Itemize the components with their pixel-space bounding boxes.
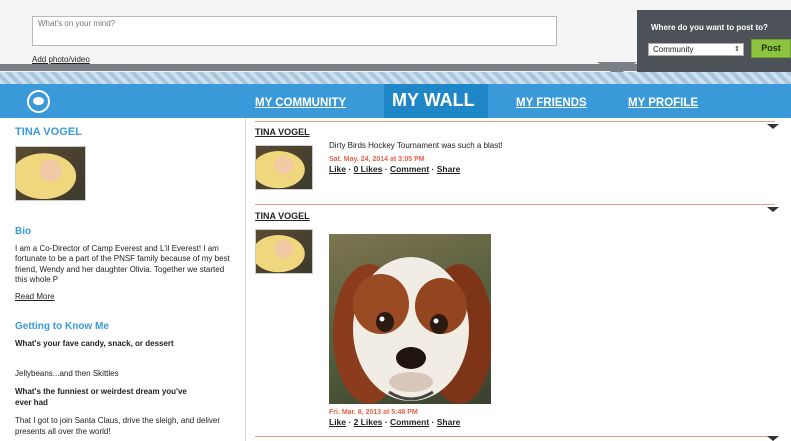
tab-my-profile[interactable]: MY PROFILE [628, 97, 698, 109]
main-nav: MY COMMUNITY MY WALL MY FRIENDS MY PROFI… [0, 84, 791, 118]
bio-heading: Bio [15, 226, 32, 237]
post-divider [255, 436, 775, 437]
add-photo-link[interactable]: Add photo/video [32, 55, 90, 64]
post-divider [255, 204, 775, 205]
profile-sidebar: TINA VOGEL Bio I am a Co-Director of Cam… [0, 118, 246, 441]
tab-my-wall[interactable]: MY WALL [392, 90, 475, 111]
post-text: Dirty Birds Hockey Tournament was such a… [329, 141, 503, 150]
select-arrows-icon: ⇕ [734, 46, 740, 53]
wall-feed: TINA VOGEL Dirty Birds Hockey Tournament… [247, 118, 791, 441]
post-target-panel: Where do you want to post to? Community … [637, 10, 791, 72]
read-more-link[interactable]: Read More [15, 292, 55, 301]
status-input[interactable] [32, 16, 557, 46]
share-link[interactable]: Share [437, 164, 461, 174]
tab-my-friends[interactable]: MY FRIENDS [516, 97, 587, 109]
getting-to-know-heading: Getting to Know Me [15, 321, 109, 332]
post-author-avatar [255, 145, 313, 190]
decorative-pattern-band [0, 72, 791, 84]
post-menu-caret-icon[interactable] [767, 124, 779, 129]
composer-divider [0, 64, 637, 71]
likes-count-link[interactable]: 0 Likes [354, 164, 383, 174]
share-link[interactable]: Share [437, 417, 461, 427]
likes-count-link[interactable]: 2 Likes [354, 417, 383, 427]
answer-dream: That I got to join Santa Claus, drive th… [15, 416, 221, 436]
question-candy: What's your fave candy, snack, or desser… [15, 339, 174, 348]
post-author[interactable]: TINA VOGEL [255, 127, 310, 137]
question-dream: What's the funniest or weirdest dream yo… [15, 387, 187, 407]
home-logo-icon[interactable] [27, 90, 50, 113]
post-timestamp: Fri. Mar. 8, 2013 at 5:48 PM [329, 409, 418, 416]
post-photo[interactable] [329, 234, 491, 404]
post-actions: Like · 2 Likes · Comment · Share [329, 417, 461, 427]
post-divider [255, 121, 775, 122]
comment-link[interactable]: Comment [390, 417, 429, 427]
tab-my-community[interactable]: MY COMMUNITY [255, 97, 346, 109]
post-to-select[interactable]: Community ⇕ [648, 43, 744, 56]
post-to-value: Community [653, 45, 694, 54]
like-link[interactable]: Like [329, 164, 346, 174]
post-menu-caret-icon[interactable] [767, 436, 779, 441]
post-to-label: Where do you want to post to? [651, 23, 768, 32]
bio-text: I am a Co-Director of Camp Everest and L… [15, 244, 230, 284]
comment-link[interactable]: Comment [390, 164, 429, 174]
dog-photo-image [333, 257, 491, 404]
profile-avatar [15, 146, 86, 201]
answer-candy: Jellybeans...and then Skittles [15, 369, 119, 378]
post-author-avatar [255, 229, 313, 274]
post-actions: Like · 0 Likes · Comment · Share [329, 164, 461, 174]
post-timestamp: Sat. May. 24, 2014 at 3:05 PM [329, 156, 425, 163]
post-menu-caret-icon[interactable] [767, 207, 779, 212]
post-button[interactable]: Post [751, 39, 791, 58]
like-link[interactable]: Like [329, 417, 346, 427]
post-author[interactable]: TINA VOGEL [255, 211, 310, 221]
profile-name: TINA VOGEL [15, 126, 82, 138]
